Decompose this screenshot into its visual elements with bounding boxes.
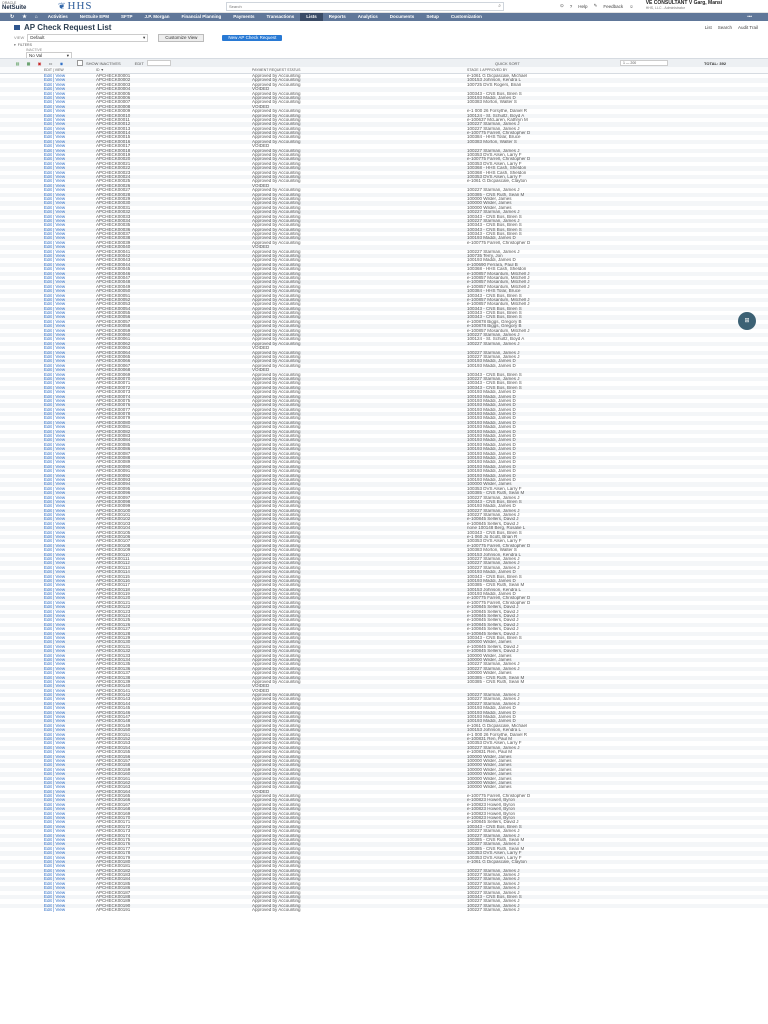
row-stage-approver: 100227 Starman, James J bbox=[467, 341, 520, 346]
quick-sort-label: QUICK SORT bbox=[495, 60, 520, 66]
user-icon: ☺ bbox=[629, 3, 634, 9]
help-link[interactable]: Help bbox=[578, 4, 587, 9]
row-stage-approver: 100383 Morton, Walter S bbox=[467, 139, 517, 144]
col-stage-1-approved-by[interactable]: STAGE 1 APPROVED BY bbox=[467, 68, 507, 72]
folder-icon bbox=[14, 24, 20, 30]
row-stage-approver: 100385 - CNS Ruth, Sean M bbox=[467, 679, 525, 684]
hhs-logo: ❦ HHS bbox=[58, 0, 198, 12]
customize-view-button[interactable]: Customize View bbox=[158, 33, 205, 42]
list-toolbar: ▤ ▦ ▣ ▭ ◉ SHOW INACTIVES EDIT QUICK SORT… bbox=[0, 58, 768, 67]
menu-item-lists[interactable]: Lists bbox=[300, 13, 323, 21]
row-stage-approver: 100725 DVS Rogers, Brian bbox=[467, 82, 522, 87]
row-status: Approved by Accounting bbox=[252, 908, 301, 913]
star-icon[interactable]: ★ bbox=[18, 13, 30, 21]
row-stage-approver: 100000 Wilder, James bbox=[467, 785, 512, 790]
help-icon: ? bbox=[569, 3, 573, 9]
page-header: AP Check Request List List Search Audit … bbox=[0, 21, 768, 33]
caret-down-icon: ▾ bbox=[14, 43, 16, 47]
row-stage-approver: 100383 Morton, Walter S bbox=[467, 100, 517, 105]
menu-item-activities[interactable]: Activities bbox=[42, 13, 74, 21]
netsuite-wordmark: NetSuite bbox=[2, 5, 27, 11]
edit-label: EDIT bbox=[134, 60, 144, 66]
page-header-links: List Search Audit Trail bbox=[705, 25, 758, 30]
total-count: TOTAL: 392 bbox=[704, 60, 727, 66]
export-csv-icon[interactable]: ▤ bbox=[14, 61, 21, 66]
search-icon[interactable]: ⌕ bbox=[498, 3, 501, 9]
feedback-link[interactable]: Feedback bbox=[603, 4, 623, 9]
menu-more-icon[interactable]: ••• bbox=[741, 13, 758, 21]
menu-item-payments[interactable]: Payments bbox=[227, 13, 260, 21]
row-id: APCHECK00191 bbox=[96, 908, 131, 913]
menu-item-reports[interactable]: Reports bbox=[323, 13, 352, 21]
user-menu[interactable]: VE CONSULTANT V Garg, Mansi HHS, LLC - A… bbox=[646, 1, 723, 11]
inactive-filter-label: INACTIVE bbox=[26, 48, 43, 52]
menu-item-j-p-morgan[interactable]: J.P. Morgan bbox=[139, 13, 176, 21]
user-role: HHS, LLC - Administrator bbox=[645, 6, 686, 10]
row-stage-approver: 100227 Starman, James J bbox=[467, 908, 520, 913]
chevron-down-icon: ▾ bbox=[142, 34, 146, 40]
row-stage-approver: e-1061 G Dicpascale, Clayton bbox=[467, 859, 527, 864]
feedback-icon: ✎ bbox=[593, 3, 598, 8]
show-inactives-checkbox[interactable] bbox=[77, 60, 83, 66]
hhs-wordmark: HHS bbox=[67, 0, 93, 12]
back-icon[interactable]: ↻ bbox=[6, 13, 18, 21]
view-select[interactable]: Default ▾ bbox=[27, 33, 149, 42]
menu-item-financial-planning[interactable]: Financial Planning bbox=[175, 13, 227, 21]
menu-item-sftp[interactable]: SFTP bbox=[115, 13, 139, 21]
export-excel-icon[interactable]: ▦ bbox=[25, 61, 32, 66]
table-row: Edit | View APCHECK00191 Approved by Accou… bbox=[0, 908, 768, 912]
filter-area: INACTIVE No Val ▾ bbox=[0, 48, 768, 59]
print-icon[interactable]: ▭ bbox=[47, 61, 54, 66]
show-inactives-label: SHOW INACTIVES bbox=[86, 60, 121, 66]
view-row: VIEW Default ▾ Customize View New AP Che… bbox=[0, 33, 768, 42]
assistant-icon[interactable]: ⊞ bbox=[738, 312, 756, 330]
table-header: EDIT | VIEW ID ▼ PAYMENT REQUEST STATUS … bbox=[0, 67, 768, 74]
menu-item-documents[interactable]: Documents bbox=[384, 13, 421, 21]
row-stage-approver: e-100775 Farrell, Christopher D bbox=[467, 240, 531, 245]
export-pdf-icon[interactable]: ▣ bbox=[36, 61, 43, 66]
row-stage-approver: e-1061 G Dicpascale, Clayton bbox=[467, 179, 527, 184]
home-icon[interactable]: ⌂ bbox=[31, 13, 42, 21]
page-range-select[interactable]: 1 — 200 bbox=[620, 60, 668, 66]
top-bar: ORACLE NetSuite ❦ HHS ⌕ ⊙ ? Help ✎ Feedb… bbox=[0, 0, 768, 13]
new-ap-check-request-button[interactable]: New AP Check Request bbox=[222, 34, 283, 41]
edit-view-link[interactable]: Edit | View bbox=[0, 908, 96, 912]
main-menu: ↻ ★ ⌂ Activities NetSuite EPM SFTP J.P. Mor… bbox=[0, 13, 768, 21]
row-stage-approver: 100193 Maddi, James D bbox=[467, 363, 516, 368]
menu-item-transactions[interactable]: Transactions bbox=[260, 13, 300, 21]
menu-item-customization[interactable]: Customization bbox=[445, 13, 488, 21]
col-id[interactable]: ID ▼ bbox=[96, 68, 252, 72]
filters-label: FILTERS bbox=[17, 43, 32, 47]
global-search: ⌕ bbox=[226, 1, 504, 11]
search-input[interactable] bbox=[229, 3, 469, 9]
col-edit-view: EDIT | VIEW bbox=[44, 68, 64, 72]
col-payment-request-status[interactable]: PAYMENT REQUEST STATUS bbox=[252, 68, 467, 72]
edit-select[interactable] bbox=[146, 60, 171, 66]
menu-item-analytics[interactable]: Analytics bbox=[352, 13, 384, 21]
recent-records-icon[interactable]: ⊙ bbox=[560, 3, 564, 9]
refresh-icon[interactable]: ◉ bbox=[58, 61, 65, 66]
page-title: AP Check Request List bbox=[24, 22, 112, 32]
audit-trail-link[interactable]: Audit Trail bbox=[738, 25, 758, 30]
netsuite-logo[interactable]: ORACLE NetSuite bbox=[0, 1, 42, 11]
search-link[interactable]: Search bbox=[718, 25, 732, 30]
menu-item-netsuite-epm[interactable]: NetSuite EPM bbox=[74, 13, 115, 21]
view-select-value: Default bbox=[30, 35, 45, 40]
table-body: Edit | View APCHECK00001 Approved by Accou… bbox=[0, 74, 768, 913]
list-link[interactable]: List bbox=[705, 25, 712, 30]
menu-item-setup[interactable]: Setup bbox=[420, 13, 445, 21]
eagle-icon: ❦ bbox=[58, 0, 66, 11]
utility-links: ⊙ ? Help ✎ Feedback ☺ VE CONSULTANT V Ga… bbox=[560, 1, 722, 11]
view-label: VIEW bbox=[14, 35, 25, 40]
